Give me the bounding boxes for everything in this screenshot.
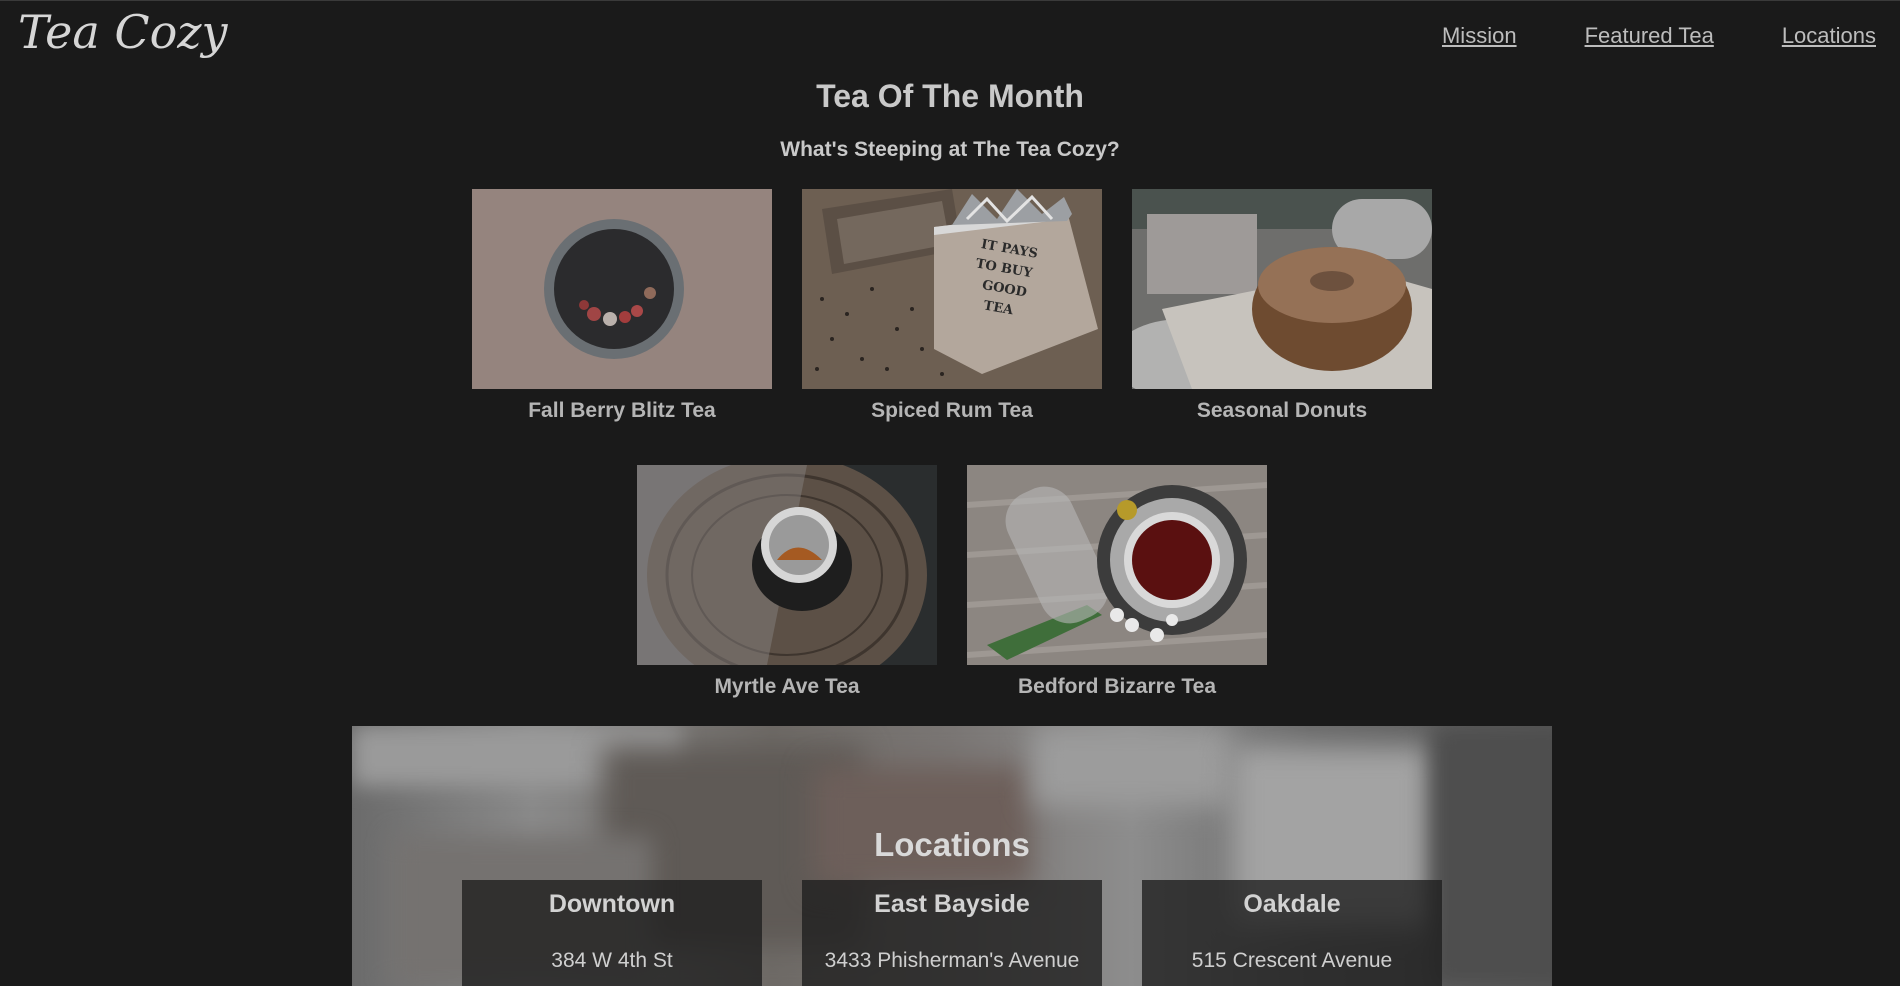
featured-item-myrtle-ave[interactable]: Myrtle Ave Tea xyxy=(637,465,937,699)
location-card-downtown: Downtown 384 W 4th St xyxy=(462,880,762,986)
nav-link-locations[interactable]: Locations xyxy=(1782,23,1876,49)
featured-item-label: Seasonal Donuts xyxy=(1196,399,1368,422)
sugared-donut-photo xyxy=(1132,189,1432,389)
tea-cozy-logo[interactable]: Tea Cozy xyxy=(18,5,228,59)
tea-of-the-month-subheading: What's Steeping at The Tea Cozy? xyxy=(780,138,1120,161)
featured-item-seasonal-donuts[interactable]: Seasonal Donuts xyxy=(1132,189,1432,423)
nav-link-mission[interactable]: Mission xyxy=(1442,23,1517,49)
red-tea-cup-with-flowers-photo xyxy=(967,465,1267,665)
location-address: 384 W 4th St xyxy=(551,949,673,972)
location-address: 515 Crescent Avenue xyxy=(1191,949,1393,972)
featured-item-bedford-bizarre[interactable]: Bedford Bizarre Tea xyxy=(967,465,1267,699)
location-name: East Bayside xyxy=(874,890,1030,918)
mug-with-berries-photo xyxy=(472,189,772,389)
tea-box-photo: IT PAYS TO BUY GOOD TEA xyxy=(802,189,1102,389)
location-card-east-bayside: East Bayside 3433 Phisherman's Avenue xyxy=(802,880,1102,986)
main-nav: Mission Featured Tea Locations xyxy=(1442,23,1876,49)
location-address: 3433 Phisherman's Avenue xyxy=(824,949,1080,972)
tea-of-the-month-heading: Tea Of The Month xyxy=(816,78,1084,114)
featured-item-spiced-rum[interactable]: IT PAYS TO BUY GOOD TEA Spiced Rum Tea xyxy=(802,189,1102,423)
nav-link-featured-tea[interactable]: Featured Tea xyxy=(1585,23,1714,49)
top-navigation-bar: Tea Cozy Mission Featured Tea Locations xyxy=(0,0,1900,70)
featured-item-label: Spiced Rum Tea xyxy=(871,399,1033,422)
featured-item-label: Fall Berry Blitz Tea xyxy=(528,399,716,422)
featured-item-label: Bedford Bizarre Tea xyxy=(1018,675,1216,698)
location-name: Downtown xyxy=(548,890,676,918)
location-name: Oakdale xyxy=(1243,890,1341,918)
locations-heading: Locations xyxy=(874,826,1030,863)
location-card-oakdale: Oakdale 515 Crescent Avenue xyxy=(1142,880,1442,986)
featured-item-fall-berry-blitz[interactable]: Fall Berry Blitz Tea xyxy=(472,189,772,423)
featured-item-label: Myrtle Ave Tea xyxy=(714,675,860,698)
locations-section: Locations Downtown 384 W 4th St East Bay… xyxy=(352,726,1552,986)
tea-cup-on-wood-photo xyxy=(637,465,937,665)
